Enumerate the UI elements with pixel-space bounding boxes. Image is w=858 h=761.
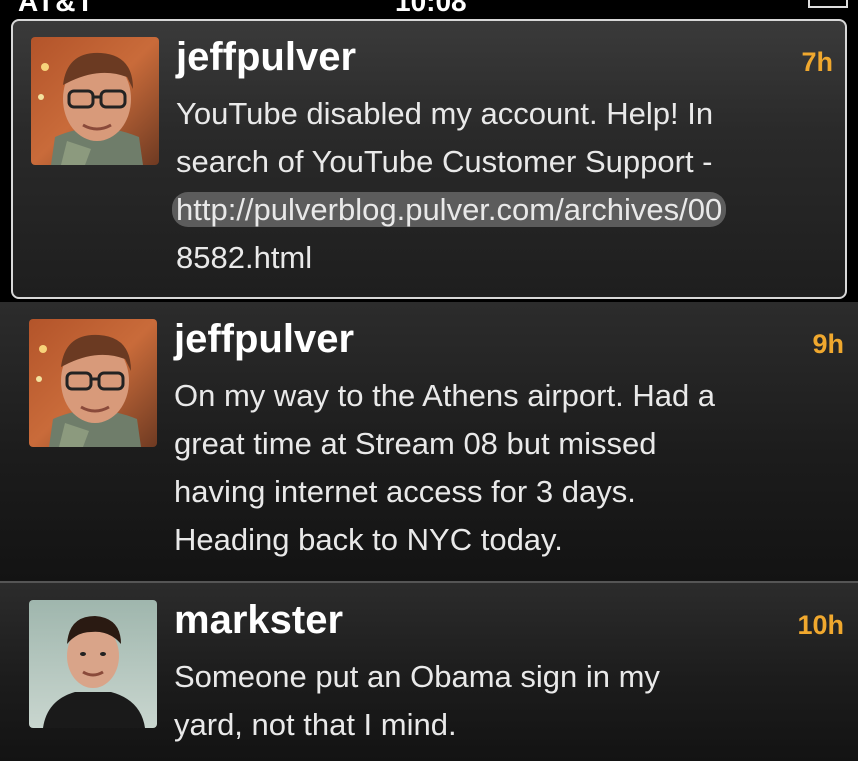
tweet-row[interactable]: jeffpulver 7h YouTube disabled my accoun… — [11, 19, 847, 299]
tweet-time: 10h — [797, 610, 844, 640]
tweet-row[interactable]: markster 10h Someone put an Obama sign i… — [0, 581, 858, 761]
avatar-jeffpulver-icon — [31, 37, 159, 165]
tweet-text-line: yard, not that I mind. — [174, 707, 457, 742]
status-bar: AT&T 10:08 — [0, 0, 858, 20]
tweet-text-line: having internet access for 3 days. — [174, 474, 636, 509]
tweet-text-line: great time at Stream 08 but missed — [174, 426, 657, 461]
battery-icon — [808, 0, 848, 8]
avatar[interactable] — [29, 600, 157, 728]
tweet-time: 9h — [812, 329, 844, 359]
tweet-text-line: YouTube disabled my account. Help! In — [176, 96, 714, 131]
tweet-username[interactable]: markster — [174, 598, 343, 642]
tweet-body: Someone put an Obama sign in my yard, no… — [174, 653, 660, 749]
tweet-text-line: Someone put an Obama sign in my — [174, 659, 660, 694]
status-clock: 10:08 — [395, 0, 467, 17]
avatar-markster-icon — [29, 600, 157, 728]
tweet-text-line: search of YouTube Customer Support - — [176, 144, 713, 179]
tweet-body: On my way to the Athens airport. Had a g… — [174, 372, 715, 564]
tweet-username[interactable]: jeffpulver — [176, 35, 356, 79]
tweet-text-line: On my way to the Athens airport. Had a — [174, 378, 716, 413]
tweet-link[interactable]: http://pulverblog.pulver.com/archives/00 — [172, 186, 727, 234]
tweet-text-line: Heading back to NYC today. — [174, 522, 563, 557]
avatar[interactable] — [31, 37, 159, 165]
tweet-time: 7h — [801, 47, 833, 77]
timeline-screen: AT&T 10:08 jeffpulver 7h YouTube disable… — [0, 0, 858, 761]
row-divider — [0, 581, 858, 583]
carrier-label: AT&T — [18, 0, 95, 17]
tweet-username[interactable]: jeffpulver — [174, 317, 354, 361]
tweet-link-continued[interactable]: 8582.html — [176, 234, 726, 282]
avatar[interactable] — [29, 319, 157, 447]
tweet-body: YouTube disabled my account. Help! In se… — [172, 90, 727, 282]
tweet-row[interactable]: jeffpulver 9h On my way to the Athens ai… — [0, 302, 858, 581]
avatar-jeffpulver-icon — [29, 319, 157, 447]
tweet-link-text[interactable]: http://pulverblog.pulver.com/archives/00 — [172, 192, 727, 227]
